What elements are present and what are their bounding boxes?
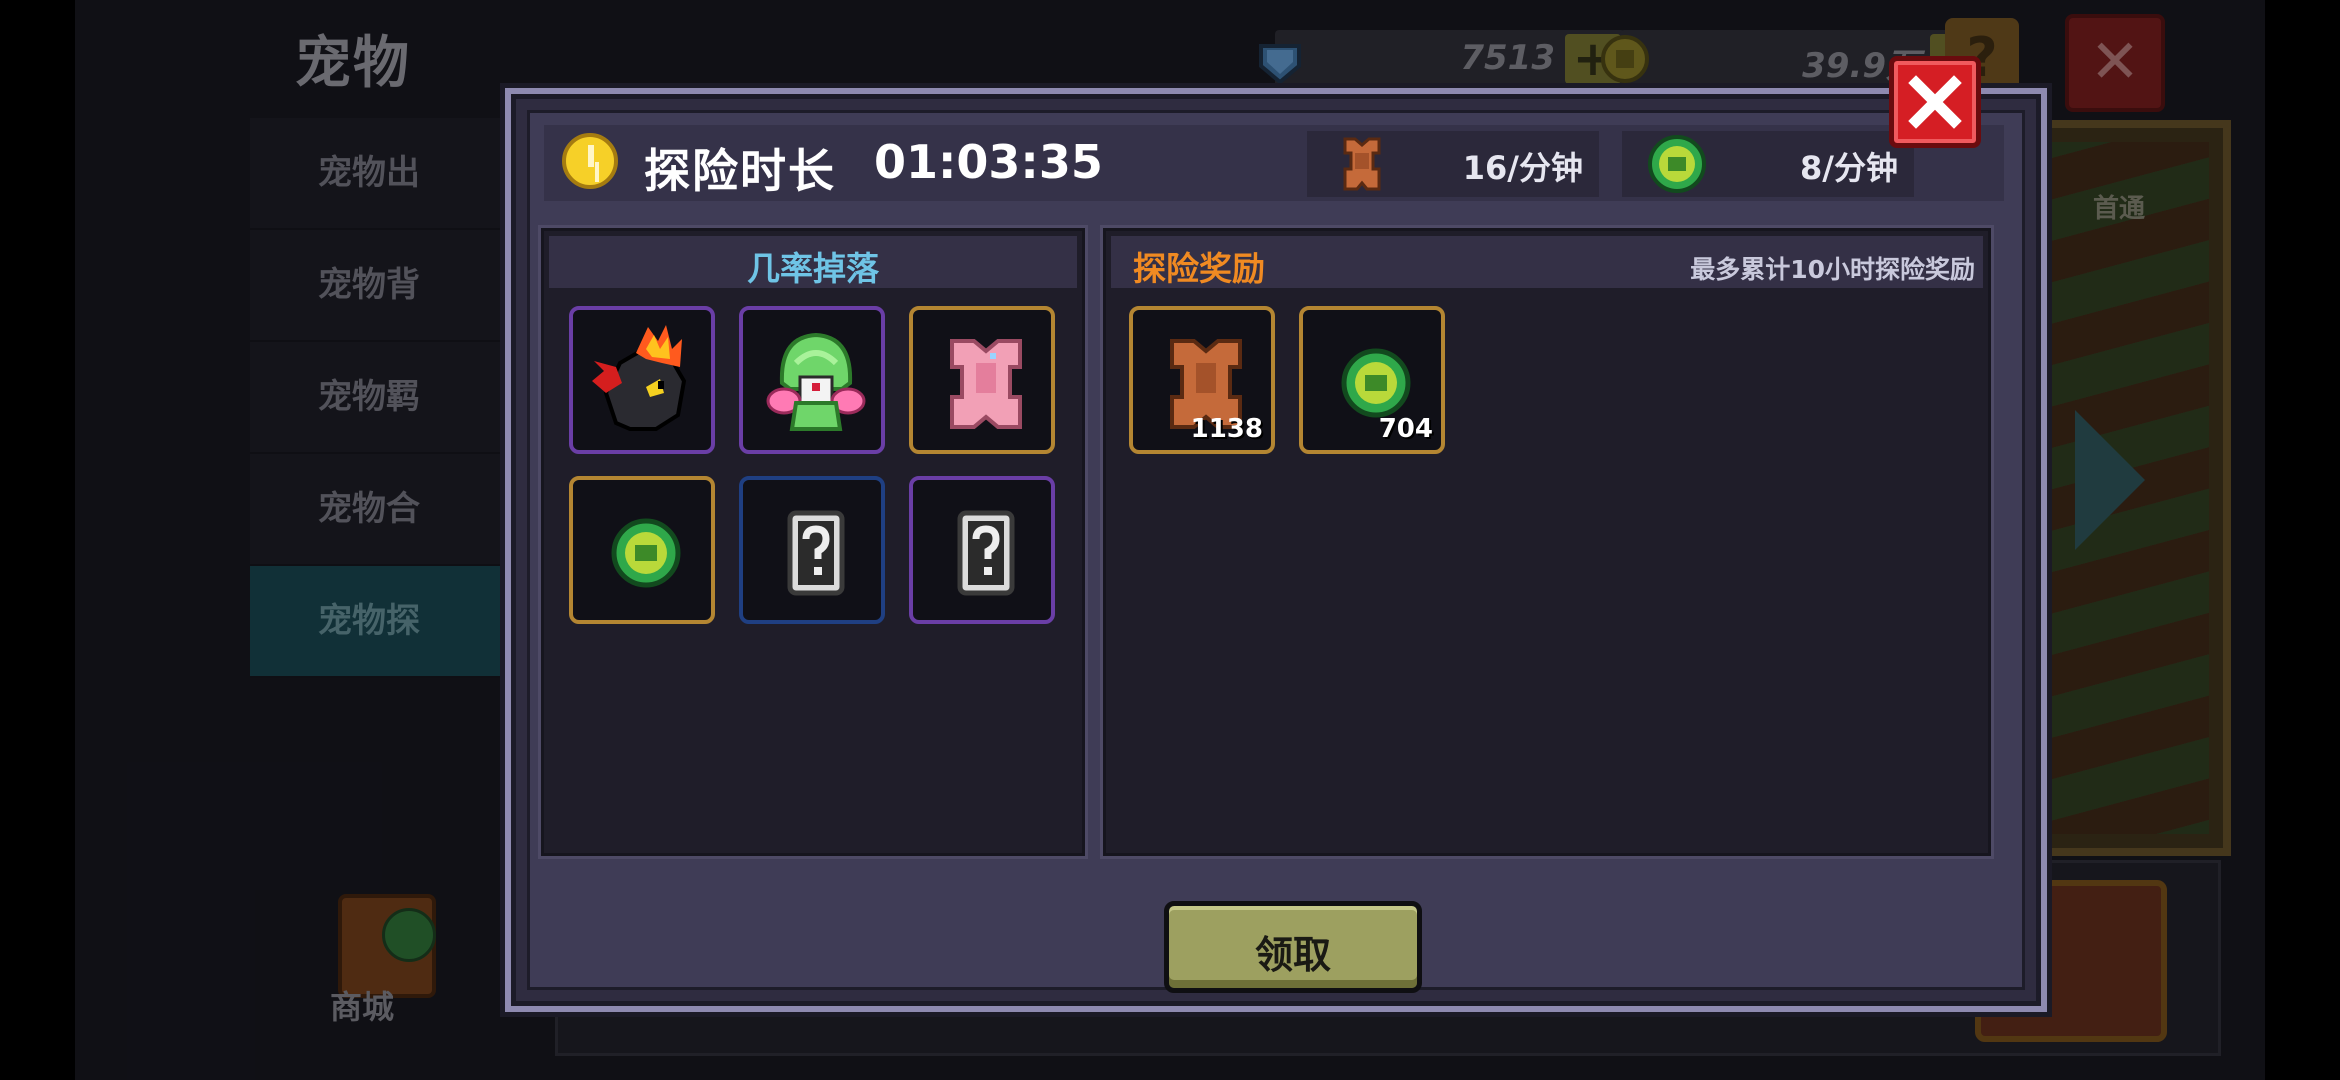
green-coin-icon [611,518,681,588]
exploration-reward-title: 探险奖励 [1133,249,1265,288]
exploration-modal: 探险时长 01:03:35 16/分钟 8/分钟 几率掉落 探险奖励 最多累计1… [505,88,2047,1012]
exploration-duration-label: 探险时长 [644,144,836,198]
drop-slot[interactable] [909,476,1055,624]
reward-cap-note: 最多累计10小时探险奖励 [1690,255,1975,284]
drop-slot[interactable] [569,476,715,624]
drop-slot[interactable] [909,306,1055,454]
close-icon [1908,75,1962,129]
drop-slot[interactable] [739,306,885,454]
leather-rate: 16/分钟 [1307,131,1599,197]
green-coin-icon [1648,135,1706,193]
drop-chance-header: 几率掉落 [549,236,1077,288]
reward-slot[interactable]: 1138 [1129,306,1275,454]
green-plant-pet-icon [766,332,866,431]
exploration-reward-panel: 探险奖励 最多累计10小时探险奖励 1138 704 [1100,225,1994,859]
exploration-reward-header: 探险奖励 最多累计10小时探险奖励 [1111,236,1983,288]
fire-dragon-pet-icon [592,325,687,431]
mystery-item-icon [787,510,845,596]
leather-rate-text: 16/分钟 [1462,149,1583,187]
drop-chance-title: 几率掉落 [747,249,879,288]
leather-material-icon [1343,137,1381,191]
clock-icon [562,133,618,189]
pink-leather-icon [950,339,1022,429]
modal-close-button[interactable] [1889,56,1981,148]
modal-body: 探险时长 01:03:35 16/分钟 8/分钟 几率掉落 探险奖励 最多累计1… [527,110,2025,993]
mystery-item-icon [957,510,1015,596]
game-screen: 宠物 7513 + 39.9万 + ? ✕ 宠物出 宠物背 宠物羁 宠物合 宠物… [75,0,2265,1080]
drop-slot[interactable] [569,306,715,454]
claim-button[interactable]: 领取 [1164,901,1422,993]
reward-count: 704 [1378,414,1433,444]
coin-rate: 8/分钟 [1622,131,1914,197]
coin-rate-text: 8/分钟 [1800,149,1898,187]
exploration-header: 探险时长 01:03:35 16/分钟 8/分钟 [544,125,2004,201]
exploration-timer: 01:03:35 [874,135,1103,189]
claim-button-label: 领取 [1254,933,1331,977]
reward-count: 1138 [1190,414,1263,444]
reward-slot[interactable]: 704 [1299,306,1445,454]
drop-slot[interactable] [739,476,885,624]
drop-chance-panel: 几率掉落 [538,225,1088,859]
